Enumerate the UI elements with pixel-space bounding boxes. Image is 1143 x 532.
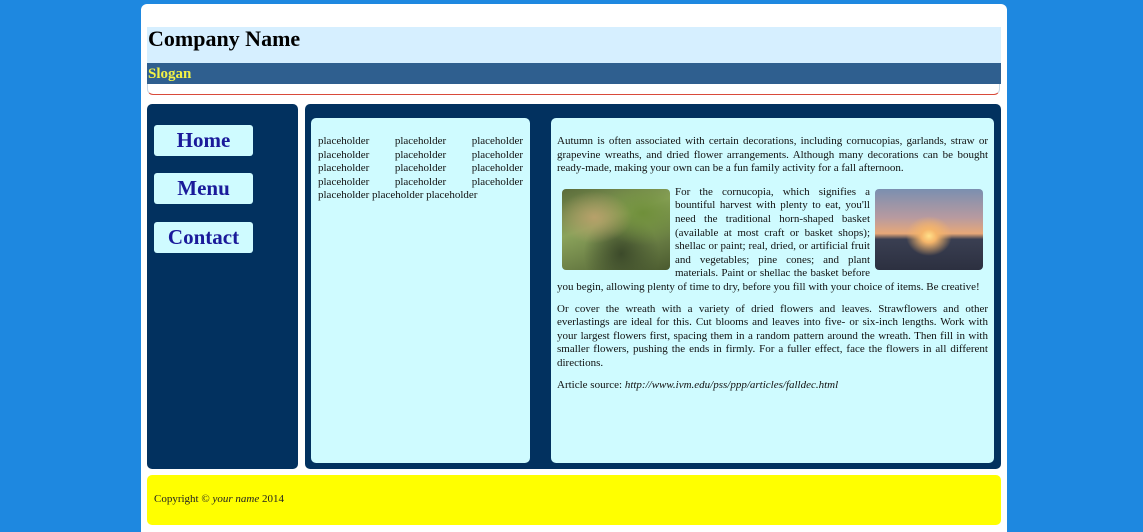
article-source-label: Article source:	[557, 378, 623, 391]
family-bicycles-image	[562, 188, 670, 270]
copyright: Copyright © your name 2014	[154, 492, 284, 506]
header-divider	[147, 84, 1000, 95]
article-source: Article source: http://www.ivm.edu/pss/p…	[557, 379, 988, 393]
copyright-name: your name	[212, 493, 260, 505]
left-column: placeholder placeholder placeholder plac…	[311, 118, 530, 463]
content-area: placeholder placeholder placeholder plac…	[305, 104, 1001, 469]
article-wreath-paragraph: Or cover the wreath with a variety of dr…	[557, 302, 988, 369]
footer: Copyright © your name 2014	[147, 475, 1001, 525]
sunset-lake-image	[875, 188, 983, 270]
nav-menu-button[interactable]: Menu	[154, 173, 253, 204]
page-container: Company Name Slogan Home Menu Contact pl…	[141, 4, 1007, 532]
copyright-prefix: Copyright ©	[154, 493, 210, 505]
slogan: Slogan	[148, 66, 192, 82]
article-intro: Autumn is often associated with certain …	[557, 135, 988, 175]
article: Autumn is often associated with certain …	[557, 135, 988, 400]
article-source-url[interactable]: http://www.ivm.edu/pss/ppp/articles/fall…	[625, 379, 838, 391]
company-name: Company Name	[148, 26, 301, 51]
article-column: Autumn is often associated with certain …	[551, 118, 994, 463]
nav-contact-button[interactable]: Contact	[154, 222, 253, 253]
sidebar-nav: Home Menu Contact	[147, 104, 298, 469]
nav-home-button[interactable]: Home	[154, 125, 253, 156]
slogan-bar: Slogan	[147, 63, 1001, 84]
copyright-year: 2014	[261, 493, 284, 505]
header: Company Name	[147, 27, 1001, 63]
placeholder-text: placeholder placeholder placeholder plac…	[318, 135, 523, 202]
